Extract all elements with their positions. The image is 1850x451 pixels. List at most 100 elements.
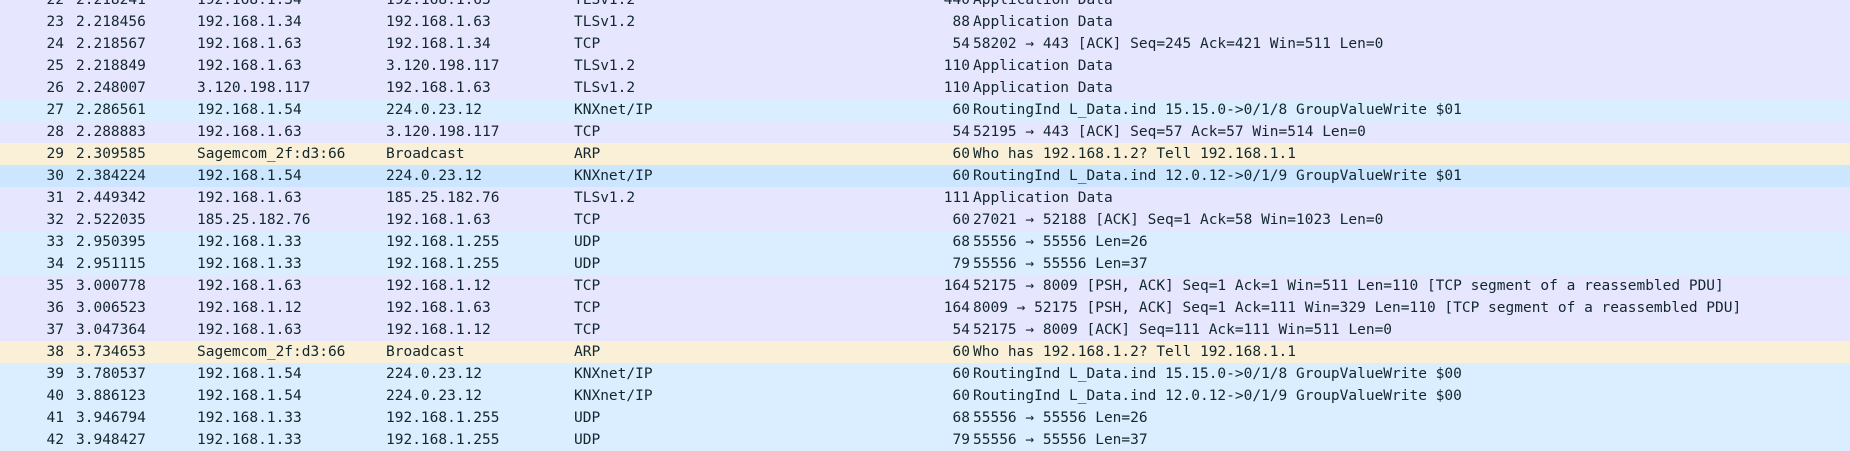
packet-row[interactable]: 42 3.948427 192.168.1.33 192.168.1.255 UDP 79…	[0, 429, 1850, 451]
packet-time: 3.000778	[76, 278, 146, 294]
packet-number: 35	[46, 278, 64, 294]
packet-protocol: KNXnet/IP	[574, 388, 653, 404]
packet-destination: 192.168.1.255	[386, 256, 500, 272]
packet-list[interactable]: 22 2.218241 192.168.1.34 192.168.1.63 TLSv1.…	[0, 0, 1850, 451]
packet-protocol: TCP	[574, 300, 601, 316]
packet-row[interactable]: 33 2.950395 192.168.1.33 192.168.1.255 UDP 68…	[0, 231, 1850, 253]
packet-length: 79	[952, 256, 970, 272]
packet-row[interactable]: 25 2.218849 192.168.1.63 3.120.198.117 TLSv1…	[0, 55, 1850, 77]
packet-time: 2.218567	[76, 36, 146, 52]
packet-info: RoutingInd L_Data.ind 12.0.12->0/1/9 Gro…	[973, 168, 1462, 184]
packet-info: Who has 192.168.1.2? Tell 192.168.1.1	[973, 344, 1297, 360]
packet-row[interactable]: 28 2.288883 192.168.1.63 3.120.198.117 TCP 54…	[0, 121, 1850, 143]
packet-info: 55556 → 55556 Len=37	[973, 256, 1148, 272]
packet-protocol: TCP	[574, 124, 601, 140]
packet-destination: Broadcast	[386, 146, 465, 162]
packet-row[interactable]: 37 3.047364 192.168.1.63 192.168.1.12 TCP 54 5…	[0, 319, 1850, 341]
packet-row[interactable]: 23 2.218456 192.168.1.34 192.168.1.63 TLSv1.…	[0, 11, 1850, 33]
packet-length: 111	[943, 190, 970, 206]
packet-length: 60	[952, 344, 970, 360]
packet-row[interactable]: 36 3.006523 192.168.1.12 192.168.1.63 TCP 164…	[0, 297, 1850, 319]
packet-info: 55556 → 55556 Len=37	[973, 432, 1148, 448]
packet-row[interactable]: 26 2.248007 3.120.198.117 192.168.1.63 TLSv1…	[0, 77, 1850, 99]
packet-info: Application Data	[973, 58, 1113, 74]
packet-source: 192.168.1.63	[197, 36, 302, 52]
packet-source: 192.168.1.54	[197, 168, 302, 184]
packet-number: 34	[46, 256, 64, 272]
packet-length: 54	[952, 322, 970, 338]
packet-source: 3.120.198.117	[197, 80, 311, 96]
packet-length: 60	[952, 388, 970, 404]
packet-info: RoutingInd L_Data.ind 15.15.0->0/1/8 Gro…	[973, 102, 1462, 118]
packet-source: 192.168.1.33	[197, 432, 302, 448]
packet-source: 192.168.1.63	[197, 190, 302, 206]
packet-row[interactable]: 38 3.734653 Sagemcom_2f:d3:66 Broadcast ARP 6…	[0, 341, 1850, 363]
packet-protocol: UDP	[574, 234, 601, 250]
packet-destination: 192.168.1.63	[386, 300, 491, 316]
packet-time: 2.384224	[76, 168, 146, 184]
packet-info: Application Data	[973, 0, 1113, 8]
packet-number: 42	[46, 432, 64, 448]
packet-number: 27	[46, 102, 64, 118]
packet-time: 3.948427	[76, 432, 146, 448]
packet-time: 2.218849	[76, 58, 146, 74]
packet-protocol: TLSv1.2	[574, 0, 636, 8]
packet-length: 68	[952, 234, 970, 250]
packet-length: 164	[943, 278, 970, 294]
packet-length: 68	[952, 410, 970, 426]
packet-list-rows: 22 2.218241 192.168.1.34 192.168.1.63 TLSv1.…	[0, 0, 1850, 451]
packet-destination: 192.168.1.63	[386, 0, 491, 8]
packet-number: 40	[46, 388, 64, 404]
packet-source: 192.168.1.63	[197, 58, 302, 74]
packet-row[interactable]: 29 2.309585 Sagemcom_2f:d3:66 Broadcast ARP 6…	[0, 143, 1850, 165]
packet-info: 58202 → 443 [ACK] Seq=245 Ack=421 Win=51…	[973, 36, 1384, 52]
packet-row[interactable]: 34 2.951115 192.168.1.33 192.168.1.255 UDP 79…	[0, 253, 1850, 275]
packet-info: 27021 → 52188 [ACK] Seq=1 Ack=58 Win=102…	[973, 212, 1384, 228]
packet-info: 52195 → 443 [ACK] Seq=57 Ack=57 Win=514 …	[973, 124, 1366, 140]
packet-row[interactable]: 22 2.218241 192.168.1.34 192.168.1.63 TLSv1.…	[0, 0, 1850, 11]
packet-time: 2.309585	[76, 146, 146, 162]
packet-time: 2.522035	[76, 212, 146, 228]
packet-number: 26	[46, 80, 64, 96]
packet-number: 33	[46, 234, 64, 250]
packet-length: 164	[943, 300, 970, 316]
packet-row[interactable]: 39 3.780537 192.168.1.54 224.0.23.12 KNXnet/…	[0, 363, 1850, 385]
packet-row[interactable]: 41 3.946794 192.168.1.33 192.168.1.255 UDP 68…	[0, 407, 1850, 429]
packet-length: 440	[943, 0, 970, 8]
packet-row[interactable]: 31 2.449342 192.168.1.63 185.25.182.76 TLSv1…	[0, 187, 1850, 209]
packet-destination: 224.0.23.12	[386, 388, 483, 404]
packet-protocol: UDP	[574, 432, 601, 448]
packet-row[interactable]: 24 2.218567 192.168.1.63 192.168.1.34 TCP 54 5…	[0, 33, 1850, 55]
packet-row[interactable]: 27 2.286561 192.168.1.54 224.0.23.12 KNXnet/…	[0, 99, 1850, 121]
packet-number: 30	[46, 168, 64, 184]
packet-info: Application Data	[973, 80, 1113, 96]
packet-source: Sagemcom_2f:d3:66	[197, 344, 346, 360]
packet-destination: 3.120.198.117	[386, 124, 500, 140]
packet-number: 37	[46, 322, 64, 338]
packet-row[interactable]: 32 2.522035 185.25.182.76 192.168.1.63 TCP 60…	[0, 209, 1850, 231]
packet-protocol: ARP	[574, 146, 601, 162]
packet-protocol: ARP	[574, 344, 601, 360]
packet-time: 2.218456	[76, 14, 146, 30]
packet-length: 110	[943, 58, 970, 74]
packet-time: 3.006523	[76, 300, 146, 316]
packet-source: 192.168.1.33	[197, 410, 302, 426]
packet-destination: 224.0.23.12	[386, 168, 483, 184]
packet-destination: 192.168.1.63	[386, 14, 491, 30]
packet-row[interactable]: 35 3.000778 192.168.1.63 192.168.1.12 TCP 164…	[0, 275, 1850, 297]
packet-protocol: TCP	[574, 212, 601, 228]
packet-row[interactable]: 30 2.384224 192.168.1.54 224.0.23.12 KNXnet/…	[0, 165, 1850, 187]
packet-info: 52175 → 8009 [PSH, ACK] Seq=1 Ack=1 Win=…	[973, 278, 1724, 294]
packet-length: 79	[952, 432, 970, 448]
packet-source: 192.168.1.63	[197, 124, 302, 140]
packet-source: 192.168.1.33	[197, 256, 302, 272]
packet-row[interactable]: 40 3.886123 192.168.1.54 224.0.23.12 KNXnet/…	[0, 385, 1850, 407]
packet-info: 55556 → 55556 Len=26	[973, 234, 1148, 250]
packet-info: Application Data	[973, 190, 1113, 206]
packet-source: 192.168.1.63	[197, 322, 302, 338]
packet-destination: 224.0.23.12	[386, 102, 483, 118]
packet-source: 192.168.1.54	[197, 388, 302, 404]
packet-number: 39	[46, 366, 64, 382]
packet-time: 3.734653	[76, 344, 146, 360]
packet-number: 23	[46, 14, 64, 30]
